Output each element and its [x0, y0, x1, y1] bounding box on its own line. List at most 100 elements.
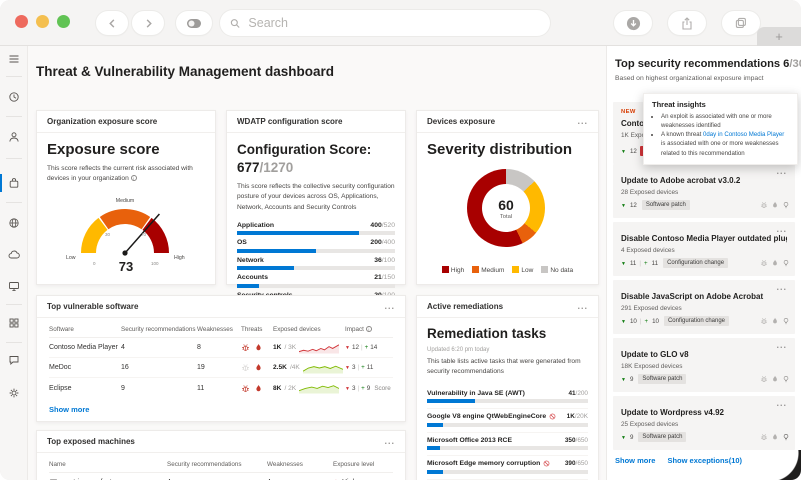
show-more-link[interactable]: Show more: [49, 405, 89, 414]
software-table-row[interactable]: MeDoc 16 19 2.5K/4K 311: [49, 358, 393, 378]
recommendation-card[interactable]: ... Update to Wordpress v4.92 25 Exposed…: [613, 396, 795, 450]
close-window-button[interactable]: [15, 15, 28, 28]
threat-flame-icon: [771, 259, 779, 267]
exposed-devices-label: 18K Exposed devices: [621, 363, 683, 370]
recommendation-meta: 11 11 Configuration change: [621, 258, 790, 268]
config-category-row[interactable]: Application 400/520: [237, 222, 395, 236]
sidebar-item-cloud[interactable]: [0, 244, 28, 266]
recommendation-meta: 9 Software patch: [621, 374, 790, 384]
exposure-score-value: 73: [118, 259, 134, 274]
maximize-window-button[interactable]: [57, 15, 70, 28]
config-category-row[interactable]: Accounts 21/150: [237, 274, 395, 288]
trend-sparkline-green: [299, 385, 340, 394]
sidebar-item-security-center[interactable]: [0, 172, 28, 194]
devices-exposure-card: Devices exposure... Severity distributio…: [416, 110, 599, 285]
sidebar-item-settings[interactable]: [0, 382, 28, 404]
severity-distribution-title: Severity distribution: [427, 141, 573, 158]
info-icon[interactable]: [365, 326, 372, 333]
insights-lightbulb-icon[interactable]: [782, 259, 790, 267]
machine-row[interactable]: cont-imogenfost 4 4 High: [49, 473, 393, 480]
show-more-link[interactable]: Show more: [615, 456, 655, 465]
tabs-icon: [735, 17, 746, 28]
exposed-devices-label: 291 Exposed devices: [621, 305, 682, 312]
sidebar-item-dashboards[interactable]: [0, 86, 28, 108]
card-header-label: Devices exposure: [427, 117, 496, 126]
menu-icon[interactable]: [0, 48, 28, 70]
sidebar-item-messages[interactable]: [0, 349, 28, 371]
card-menu-button[interactable]: ...: [384, 437, 395, 446]
severity-donut-chart: 60 Total: [467, 169, 545, 247]
remediation-task[interactable]: Vulnerability in Java SE (AWT) 41/200: [427, 386, 588, 404]
show-exceptions-link[interactable]: Show exceptions(10): [667, 456, 742, 465]
active-remediations-card: Active remediations... Remediation tasks…: [416, 295, 599, 480]
trend-sparkline-green: [302, 365, 343, 373]
recommendation-card[interactable]: ... Update to GLO v8 18K Exposed devices…: [613, 338, 795, 392]
config-category-row[interactable]: Network 36/100: [237, 257, 395, 271]
configuration-score-card: WDATP configuration score Configuration …: [226, 110, 406, 306]
window-corner-shadow: [767, 450, 801, 480]
insights-lightbulb-icon[interactable]: [782, 375, 790, 383]
recommendation-meta: 9 Software patch: [621, 432, 790, 442]
remediation-task-list: Vulnerability in Java SE (AWT) 41/200 Goo…: [417, 377, 598, 480]
exploit-bug-icon: [241, 343, 250, 352]
threat-flame-icon: [254, 384, 263, 393]
tabs-overview-button[interactable]: [722, 11, 760, 35]
threat-link[interactable]: 0day in Contoso Media Player: [703, 131, 784, 138]
remediation-task[interactable]: Google V8 engine QtWebEngineCore 1K/20K: [427, 408, 588, 427]
card-menu-button[interactable]: ...: [577, 302, 588, 311]
top-vulnerable-software-card: Top vulnerable software... Software Secur…: [36, 295, 406, 422]
configuration-score-title: Configuration Score: 677/1270: [237, 142, 372, 175]
insights-lightbulb-icon[interactable]: [782, 201, 790, 209]
tooltip-title: Threat insights: [652, 100, 706, 109]
sidebar-toggle-button[interactable]: [176, 11, 212, 35]
address-search-bar[interactable]: [220, 10, 550, 36]
downloads-button[interactable]: [614, 11, 652, 35]
insights-lightbulb-icon[interactable]: [782, 317, 790, 325]
forward-button[interactable]: [132, 11, 164, 35]
trend-down-icon: [621, 148, 627, 155]
card-menu-button[interactable]: ...: [776, 225, 787, 234]
card-menu-button[interactable]: ...: [776, 341, 787, 350]
card-menu-button[interactable]: ...: [384, 302, 395, 311]
sidebar-item-apps[interactable]: [0, 312, 28, 334]
share-button[interactable]: [668, 11, 706, 35]
remediation-type-tag: Software patch: [641, 200, 690, 210]
search-input[interactable]: [246, 15, 540, 31]
software-table-row[interactable]: Eclipse 9 11 8K / 2K 39Score: [49, 378, 393, 398]
apps-grid-icon: [9, 318, 19, 328]
remediation-task[interactable]: Microsoft Edge memory corruption 390/650: [427, 455, 588, 474]
software-table-row[interactable]: Contoso Media Player 4 8 1K / 3K 1214: [49, 338, 393, 358]
info-icon[interactable]: [130, 175, 137, 182]
remediation-updated-label: Updated 6:20 pm today: [427, 347, 490, 353]
card-menu-button[interactable]: ...: [776, 283, 787, 292]
remediation-type-tag: Configuration change: [663, 316, 730, 326]
card-menu-button[interactable]: ...: [776, 167, 787, 176]
card-menu-button[interactable]: ...: [577, 117, 588, 126]
chat-icon: [9, 356, 19, 366]
exploit-bug-icon: [760, 317, 768, 325]
config-category-row[interactable]: OS 200/400: [237, 239, 395, 253]
remediation-tasks-title: Remediation tasks: [427, 326, 547, 341]
threat-flame-icon: [771, 433, 779, 441]
trend-down-icon: [621, 260, 627, 267]
svg-text:Medium: Medium: [116, 198, 134, 204]
recommendation-card[interactable]: ... Disable JavaScript on Adobe Acrobat …: [613, 280, 795, 334]
sidebar-item-devices[interactable]: [0, 275, 28, 297]
new-tab-button[interactable]: +: [757, 27, 801, 46]
insights-lightbulb-icon[interactable]: [782, 433, 790, 441]
minimize-window-button[interactable]: [36, 15, 49, 28]
card-menu-button[interactable]: ...: [776, 399, 787, 408]
configuration-score-total: /1270: [259, 159, 294, 175]
sidebar-item-users[interactable]: [0, 126, 28, 148]
recommendation-card[interactable]: ... Update to Adobe acrobat v3.0.2 28 Ex…: [613, 164, 795, 218]
user-icon: [9, 132, 19, 142]
back-button[interactable]: [96, 11, 128, 35]
trend-down-icon: [621, 376, 627, 383]
search-icon: [230, 18, 240, 28]
recommendation-title: Disable Contoso Media Player outdated pl…: [621, 234, 787, 243]
sidebar-item-network[interactable]: [0, 212, 28, 234]
remediation-task[interactable]: Microsoft Office 2013 RCE 350/650: [427, 431, 588, 451]
recommendation-meta: 12 Software patch: [621, 200, 790, 210]
blocked-icon: [549, 413, 556, 420]
recommendation-card[interactable]: ... Disable Contoso Media Player outdate…: [613, 222, 795, 276]
